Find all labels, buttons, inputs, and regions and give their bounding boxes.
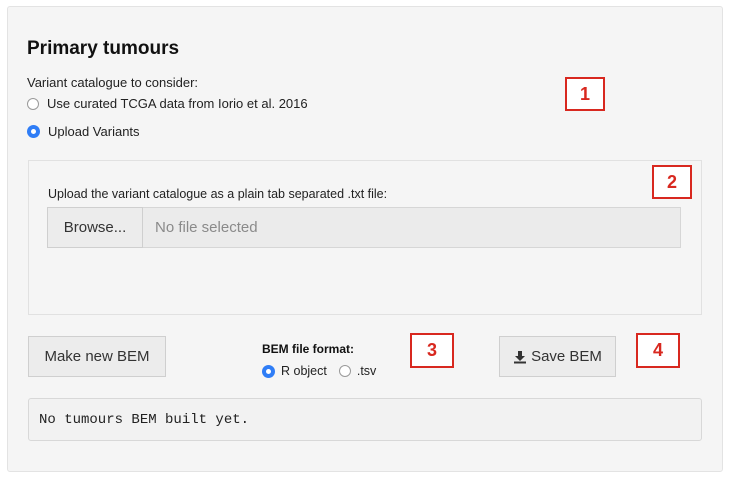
annotation-marker-4: 4: [636, 333, 680, 368]
format-option-tsv-label[interactable]: .tsv: [357, 364, 376, 378]
bem-format-label: BEM file format:: [262, 342, 355, 356]
catalogue-label: Variant catalogue to consider:: [27, 75, 199, 90]
radio-unchecked-icon[interactable]: [338, 365, 351, 377]
panel-title: Primary tumours: [27, 38, 180, 59]
save-bem-button[interactable]: Save BEM: [499, 336, 616, 377]
make-new-bem-button[interactable]: Make new BEM: [28, 336, 166, 377]
bem-status-output: No tumours BEM built yet.: [28, 398, 702, 441]
upload-label: Upload the variant catalogue as a plain …: [48, 187, 388, 201]
download-icon: [514, 350, 527, 363]
bem-format-options: R object .tsv: [262, 364, 388, 378]
format-option-r-object-label[interactable]: R object: [281, 364, 327, 378]
file-name-field[interactable]: No file selected: [143, 207, 681, 248]
radio-option-tcga-label: Use curated TCGA data from Iorio et al. …: [47, 96, 308, 111]
radio-option-upload-label: Upload Variants: [48, 124, 140, 139]
radio-unchecked-icon[interactable]: [27, 97, 39, 110]
radio-checked-icon[interactable]: [27, 125, 40, 138]
save-bem-label: Save BEM: [531, 348, 602, 365]
radio-option-upload[interactable]: Upload Variants: [27, 124, 140, 139]
radio-checked-icon[interactable]: [262, 364, 275, 378]
browse-button[interactable]: Browse...: [47, 207, 143, 248]
file-input-group[interactable]: Browse... No file selected: [47, 207, 681, 248]
annotation-marker-2: 2: [652, 165, 692, 199]
annotation-marker-1: 1: [565, 77, 605, 111]
annotation-marker-3: 3: [410, 333, 454, 368]
radio-option-tcga[interactable]: Use curated TCGA data from Iorio et al. …: [27, 96, 308, 111]
